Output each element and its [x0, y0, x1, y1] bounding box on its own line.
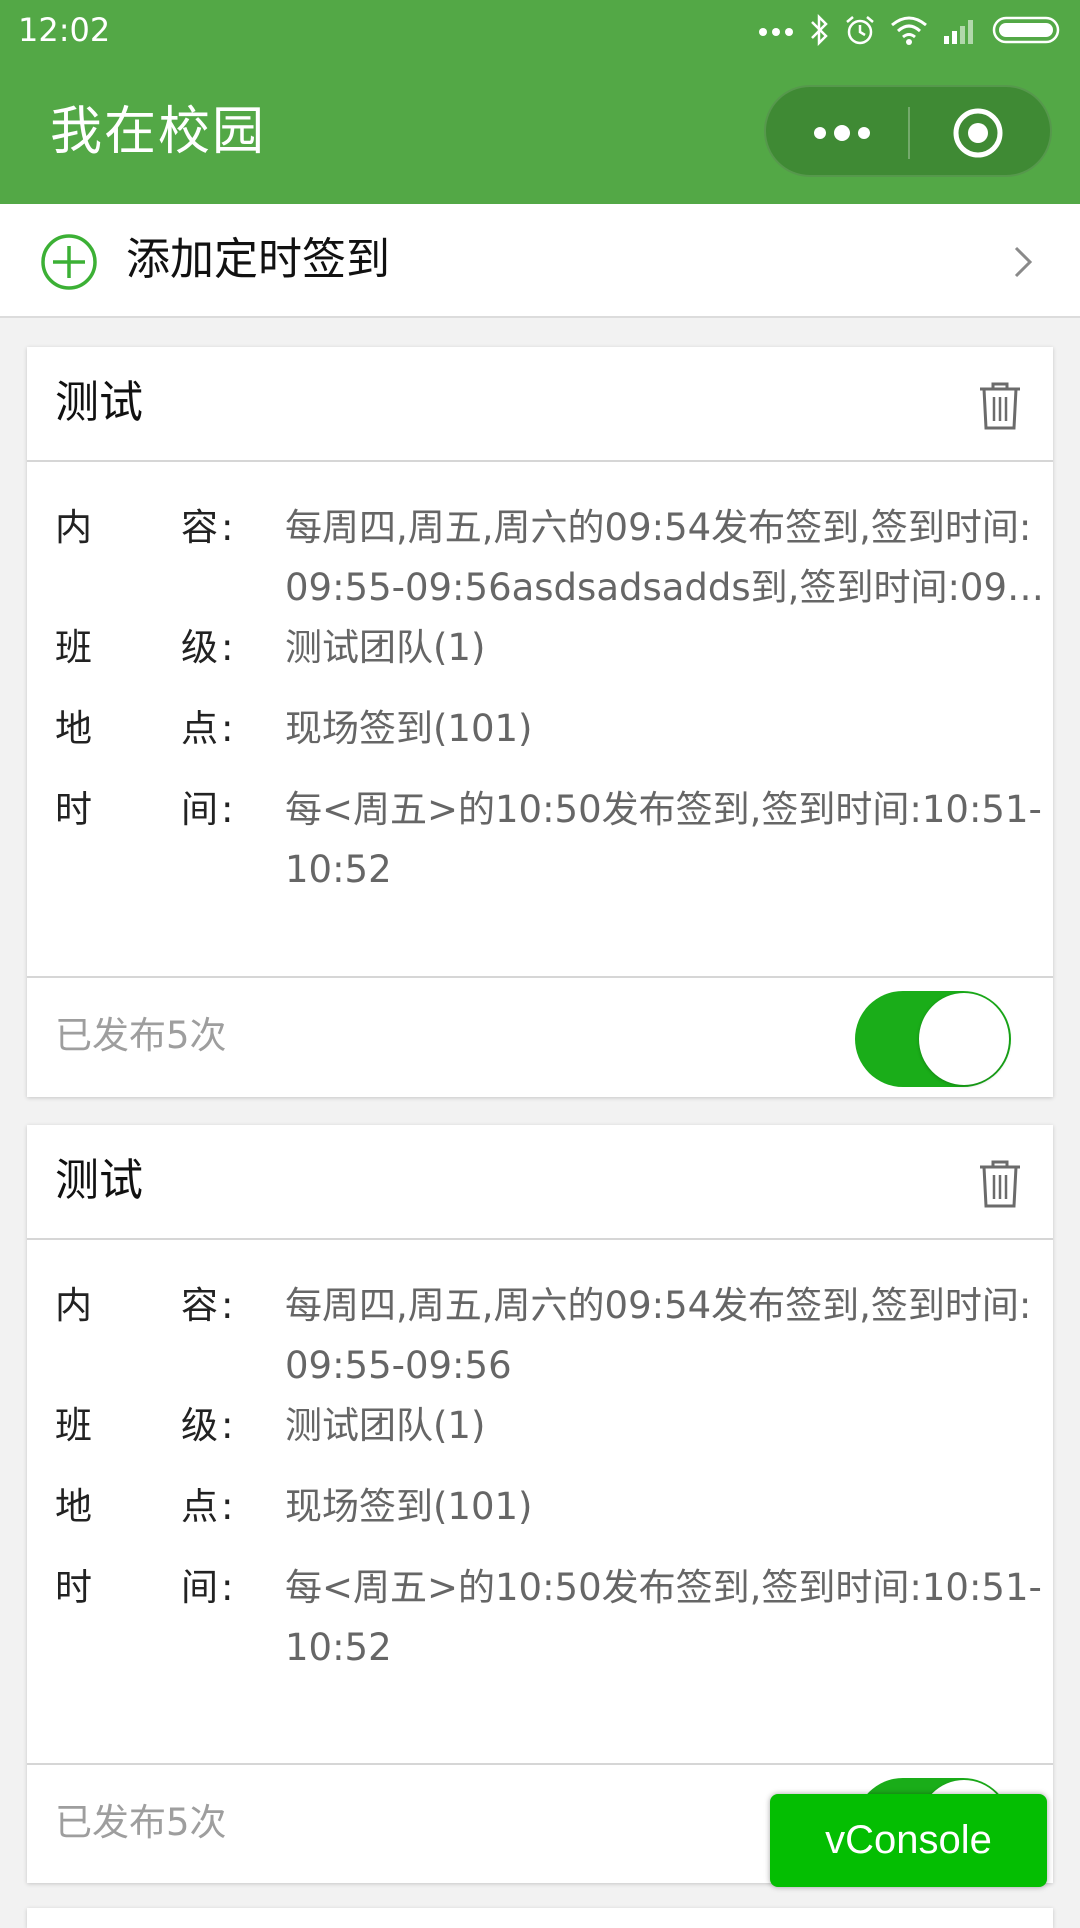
publish-count: 已发布5次	[55, 1014, 227, 1057]
add-scheduled-signin-label: 添加定时签到	[126, 234, 390, 285]
class-value: 测试团队(1)	[285, 626, 486, 669]
content-label-char1: 内	[55, 1284, 92, 1327]
place-value: 现场签到(101)	[285, 1485, 533, 1528]
class-label-colon: :	[221, 1404, 234, 1447]
class-label-colon: :	[221, 626, 234, 669]
card-header: 测试	[27, 347, 1053, 462]
class-value: 测试团队(1)	[285, 1404, 486, 1447]
page-title: 我在校园	[50, 102, 267, 162]
content-label-char2: 容	[181, 1284, 218, 1327]
more-button[interactable]	[802, 107, 882, 159]
time-label-char1: 时	[55, 788, 92, 831]
content-row: 内 容 : 每周四,周五,周六的09:54发布签到,签到时间:09:55-09:…	[55, 498, 1043, 618]
time-value: 每<周五>的10:50发布签到,签到时间:10:51-10:52	[285, 1566, 1042, 1669]
place-label-char2: 点	[181, 707, 218, 750]
content-label-colon: :	[221, 506, 234, 549]
place-value: 现场签到(101)	[285, 707, 533, 750]
time-label-colon: :	[221, 1566, 234, 1609]
close-button[interactable]	[950, 107, 1006, 159]
card-title: 测试	[55, 377, 143, 428]
content-label-char1: 内	[55, 506, 92, 549]
more-dots-icon	[814, 125, 870, 141]
bluetooth-icon	[811, 14, 828, 46]
miniprogram-capsule	[764, 85, 1052, 177]
schedule-card: 测试 内 容 : 每周四,周五,周六的09:54发布签到,签到时间:09:55-…	[27, 347, 1053, 1097]
signal-icon	[944, 20, 973, 44]
time-label-char2: 间	[181, 788, 218, 831]
content-label-char2: 容	[181, 506, 218, 549]
time-label-char1: 时	[55, 1566, 92, 1609]
card-header: 测试	[27, 1125, 1053, 1240]
place-label-colon: :	[221, 1485, 234, 1528]
content-row: 内 容 : 每周四,周五,周六的09:54发布签到,签到时间:09:55-09:…	[55, 1276, 1031, 1396]
card-footer: 已发布5次	[27, 976, 1053, 1096]
place-label-char1: 地	[55, 1485, 92, 1528]
time-value: 每<周五>的10:50发布签到,签到时间:10:51-10:52	[285, 788, 1042, 891]
trash-icon[interactable]	[977, 1159, 1023, 1209]
chevron-right-icon	[1014, 246, 1033, 278]
capsule-divider	[908, 107, 910, 159]
class-label-char1: 班	[55, 626, 92, 669]
status-bar: 12:02	[0, 0, 1080, 60]
content-value: 每周四,周五,周六的09:54发布签到,签到时间:09:55-09:56	[285, 1284, 1032, 1387]
plus-circle-icon	[41, 234, 97, 290]
enable-switch[interactable]	[855, 991, 1011, 1087]
schedule-card: 测试 内 容 : 每周四,周五,周六的09:54发布签到,签到时间:09:55-…	[27, 1125, 1053, 1883]
status-icons	[758, 10, 1064, 50]
card-title: 测试	[55, 1155, 143, 1206]
time-label-char2: 间	[181, 1566, 218, 1609]
status-time: 12:02	[18, 11, 111, 49]
target-close-icon	[953, 108, 1003, 158]
place-label-char2: 点	[181, 1485, 218, 1528]
class-label-char1: 班	[55, 1404, 92, 1447]
switch-knob	[919, 993, 1009, 1085]
wifi-icon	[891, 16, 927, 45]
vconsole-button[interactable]: vConsole	[770, 1794, 1047, 1887]
notification-dots-icon	[759, 28, 793, 36]
place-label-char1: 地	[55, 707, 92, 750]
battery-icon	[992, 16, 1060, 44]
place-label-colon: :	[221, 707, 234, 750]
time-label-colon: :	[221, 788, 234, 831]
add-scheduled-signin-row[interactable]: 添加定时签到	[0, 204, 1080, 318]
publish-count: 已发布5次	[55, 1801, 227, 1844]
nav-bar: 我在校园	[0, 60, 1080, 204]
content-label-colon: :	[221, 1284, 234, 1327]
class-label-char2: 级	[181, 1404, 218, 1447]
class-label-char2: 级	[181, 626, 218, 669]
alarm-icon	[846, 16, 874, 45]
trash-icon[interactable]	[977, 381, 1023, 431]
next-schedule-card	[27, 1908, 1053, 1928]
content-value: 每周四,周五,周六的09:54发布签到,签到时间:09:55-09:56asds…	[285, 506, 1043, 609]
